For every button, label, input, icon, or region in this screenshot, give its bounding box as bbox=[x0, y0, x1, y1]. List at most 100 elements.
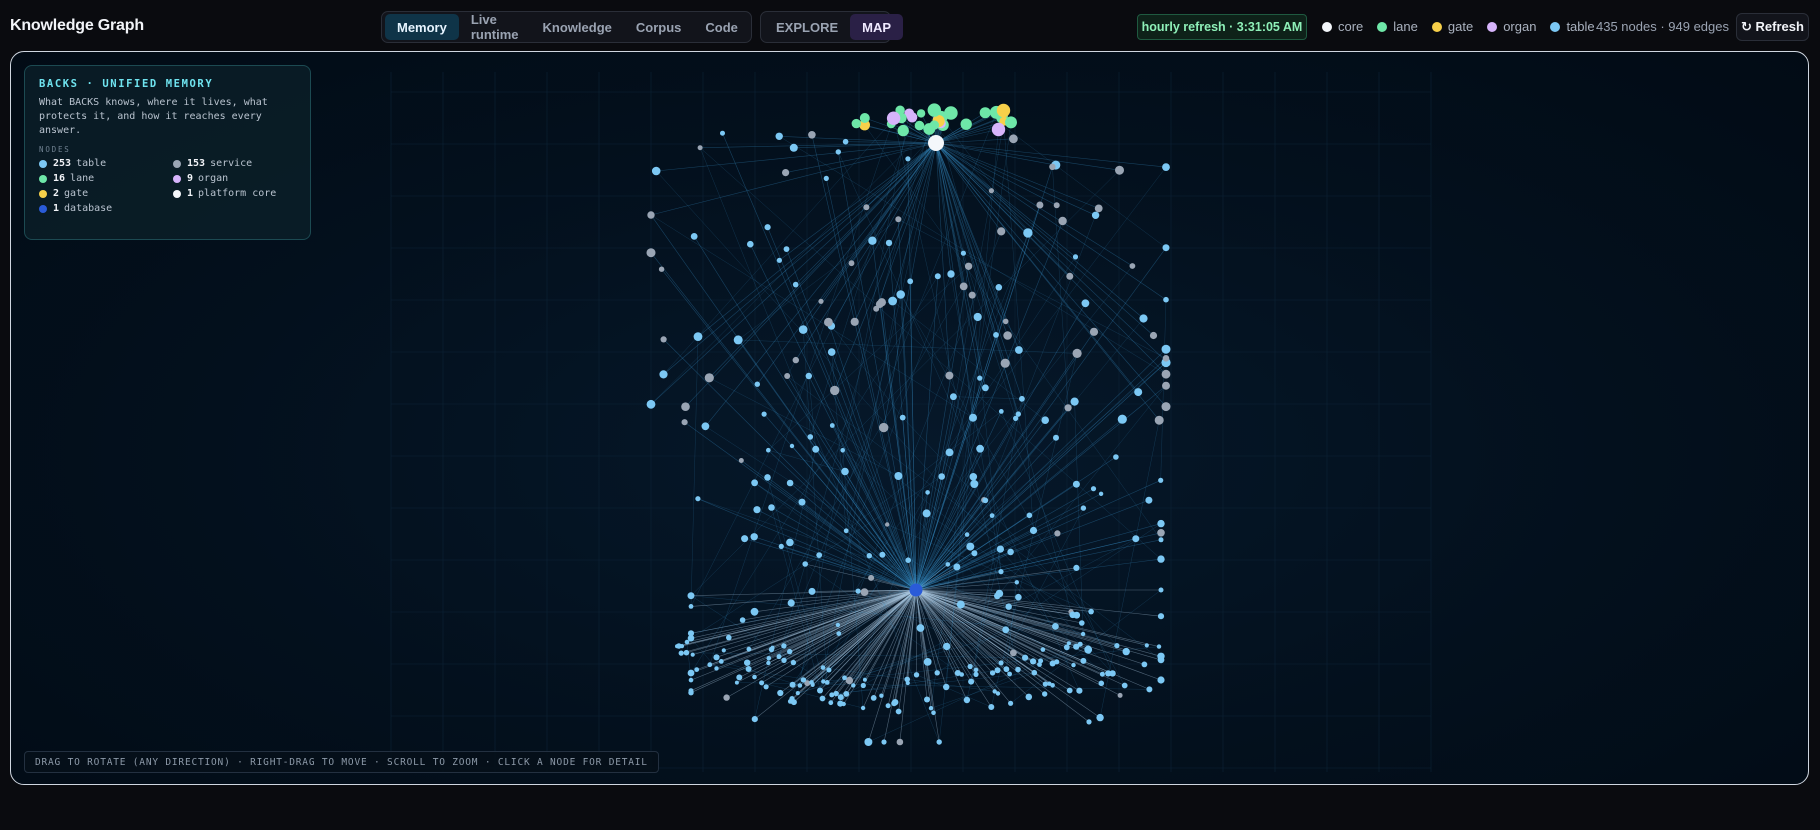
table-node[interactable] bbox=[1158, 477, 1164, 483]
table-node[interactable] bbox=[1023, 228, 1033, 238]
table-node[interactable] bbox=[973, 312, 982, 322]
table-node[interactable] bbox=[969, 473, 978, 481]
service-node[interactable] bbox=[1162, 381, 1170, 390]
table-node[interactable] bbox=[754, 381, 760, 387]
table-node[interactable] bbox=[1163, 296, 1169, 303]
table-node[interactable] bbox=[766, 660, 771, 666]
table-node[interactable] bbox=[904, 676, 910, 683]
lane-node[interactable] bbox=[979, 107, 991, 119]
table-node[interactable] bbox=[998, 569, 1004, 575]
table-node[interactable] bbox=[789, 681, 796, 688]
lane-node[interactable] bbox=[944, 106, 958, 120]
table-node[interactable] bbox=[973, 671, 979, 678]
table-node[interactable] bbox=[842, 138, 849, 145]
table-node[interactable] bbox=[827, 348, 836, 356]
table-node[interactable] bbox=[1080, 505, 1087, 511]
service-node[interactable] bbox=[1002, 318, 1009, 325]
table-node[interactable] bbox=[790, 659, 797, 666]
table-node[interactable] bbox=[787, 648, 793, 655]
table-node[interactable] bbox=[798, 325, 808, 334]
table-node[interactable] bbox=[988, 704, 995, 710]
service-node[interactable] bbox=[1117, 692, 1123, 698]
table-node[interactable] bbox=[1015, 666, 1021, 673]
table-node[interactable] bbox=[777, 689, 784, 697]
table-node[interactable] bbox=[826, 667, 832, 673]
table-node[interactable] bbox=[860, 682, 866, 689]
table-node[interactable] bbox=[1158, 587, 1164, 593]
service-node[interactable] bbox=[818, 298, 824, 304]
table-node[interactable] bbox=[1096, 713, 1104, 722]
table-node[interactable] bbox=[1008, 700, 1014, 706]
service-node[interactable] bbox=[1089, 327, 1099, 336]
table-node[interactable] bbox=[734, 680, 739, 685]
tab-memory[interactable]: Memory bbox=[385, 14, 459, 40]
table-node[interactable] bbox=[888, 296, 897, 306]
table-node[interactable] bbox=[1086, 719, 1092, 725]
table-node[interactable] bbox=[694, 667, 700, 672]
service-node[interactable] bbox=[681, 419, 688, 426]
table-node[interactable] bbox=[966, 542, 975, 551]
table-node[interactable] bbox=[733, 335, 743, 345]
table-node[interactable] bbox=[1015, 593, 1022, 601]
table-node[interactable] bbox=[1053, 434, 1059, 441]
service-node[interactable] bbox=[830, 385, 840, 396]
table-node[interactable] bbox=[835, 149, 841, 155]
table-node[interactable] bbox=[812, 445, 820, 453]
table-node[interactable] bbox=[934, 273, 941, 280]
table-node[interactable] bbox=[994, 667, 1001, 674]
table-node[interactable] bbox=[744, 659, 751, 666]
core-node[interactable] bbox=[928, 135, 944, 151]
table-node[interactable] bbox=[753, 506, 761, 514]
service-node[interactable] bbox=[1094, 204, 1103, 213]
lane-node[interactable] bbox=[960, 118, 972, 130]
table-node[interactable] bbox=[1015, 411, 1021, 417]
lane-node[interactable] bbox=[914, 120, 925, 131]
service-node[interactable] bbox=[1003, 331, 1012, 340]
table-node[interactable] bbox=[1085, 645, 1092, 651]
table-node[interactable] bbox=[1144, 643, 1149, 648]
table-node[interactable] bbox=[763, 684, 769, 690]
table-node[interactable] bbox=[1122, 647, 1130, 656]
service-node[interactable] bbox=[782, 169, 790, 177]
table-node[interactable] bbox=[896, 290, 905, 299]
table-node[interactable] bbox=[768, 504, 775, 511]
table-node[interactable] bbox=[843, 691, 850, 697]
table-node[interactable] bbox=[684, 639, 690, 645]
table-node[interactable] bbox=[1070, 397, 1079, 406]
table-node[interactable] bbox=[916, 624, 925, 632]
table-node[interactable] bbox=[720, 130, 725, 136]
table-node[interactable] bbox=[1072, 480, 1080, 488]
table-node[interactable] bbox=[1098, 491, 1104, 496]
table-node[interactable] bbox=[1098, 680, 1105, 687]
table-node[interactable] bbox=[693, 332, 703, 341]
table-node[interactable] bbox=[1158, 537, 1164, 543]
table-node[interactable] bbox=[970, 480, 979, 488]
tab-map[interactable]: MAP bbox=[850, 14, 904, 40]
organ-node[interactable] bbox=[991, 122, 1006, 137]
table-node[interactable] bbox=[851, 683, 856, 688]
table-node[interactable] bbox=[651, 166, 661, 176]
service-node[interactable] bbox=[850, 317, 859, 326]
table-node[interactable] bbox=[977, 375, 983, 381]
table-node[interactable] bbox=[855, 588, 861, 594]
table-node[interactable] bbox=[938, 473, 945, 480]
table-node[interactable] bbox=[840, 448, 845, 453]
table-node[interactable] bbox=[989, 670, 996, 676]
table-node[interactable] bbox=[964, 532, 970, 537]
table-node[interactable] bbox=[805, 372, 812, 380]
lane-node[interactable] bbox=[916, 109, 926, 118]
service-node[interactable] bbox=[792, 356, 799, 364]
table-node[interactable] bbox=[953, 563, 961, 571]
table-node[interactable] bbox=[1069, 611, 1076, 619]
table-node[interactable] bbox=[993, 332, 999, 338]
table-node[interactable] bbox=[1007, 671, 1012, 677]
service-node[interactable] bbox=[697, 145, 703, 151]
table-node[interactable] bbox=[1141, 661, 1148, 668]
table-node[interactable] bbox=[824, 680, 830, 685]
organ-node[interactable] bbox=[906, 112, 918, 123]
table-node[interactable] bbox=[1113, 454, 1119, 460]
table-node[interactable] bbox=[895, 708, 902, 715]
organ-node[interactable] bbox=[886, 111, 901, 125]
table-node[interactable] bbox=[881, 739, 887, 745]
table-node[interactable] bbox=[1114, 643, 1120, 649]
